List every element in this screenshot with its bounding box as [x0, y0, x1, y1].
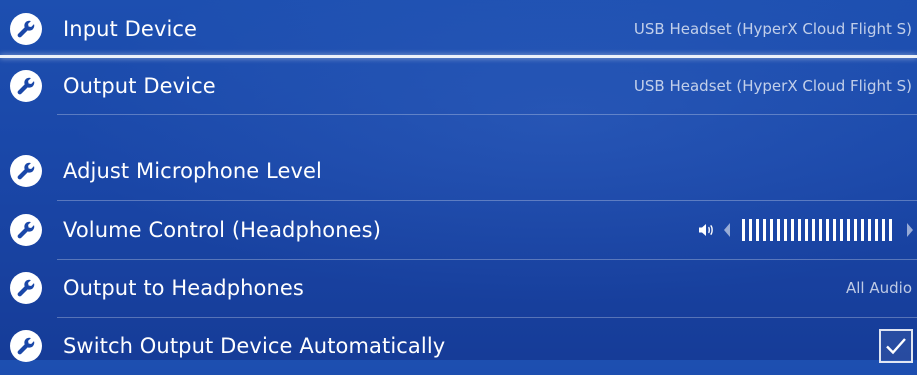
checkmark-icon: [886, 338, 906, 355]
volume-increase-arrow[interactable]: [907, 223, 913, 237]
setting-label: Input Device: [63, 17, 198, 41]
divider: [57, 114, 917, 115]
volume-slider[interactable]: [698, 219, 913, 241]
setting-row-output-device[interactable]: Output Device USB Headset (HyperX Cloud …: [0, 57, 917, 115]
wrench-icon: [10, 155, 42, 187]
setting-label: Output to Headphones: [63, 276, 304, 300]
wrench-icon: [10, 272, 42, 304]
wrench-icon: [10, 214, 42, 246]
setting-row-volume-control[interactable]: Volume Control (Headphones): [0, 201, 917, 259]
setting-value: USB Headset (HyperX Cloud Flight S): [633, 20, 912, 38]
setting-label: Adjust Microphone Level: [63, 159, 322, 183]
setting-row-input-device[interactable]: Input Device USB Headset (HyperX Cloud F…: [0, 0, 917, 58]
switch-output-checkbox[interactable]: [879, 329, 913, 363]
speaker-icon: [699, 224, 713, 236]
setting-value: USB Headset (HyperX Cloud Flight S): [633, 77, 912, 95]
setting-row-switch-output-device[interactable]: Switch Output Device Automatically: [0, 317, 917, 375]
setting-label: Volume Control (Headphones): [63, 218, 382, 242]
wrench-icon: [10, 13, 42, 45]
wrench-icon: [10, 330, 42, 362]
volume-decrease-arrow[interactable]: [724, 223, 730, 237]
setting-row-adjust-microphone-level[interactable]: Adjust Microphone Level: [0, 142, 917, 200]
setting-label: Switch Output Device Automatically: [63, 334, 446, 358]
setting-value: All Audio: [846, 279, 912, 297]
setting-label: Output Device: [63, 74, 216, 98]
wrench-icon: [10, 70, 42, 102]
volume-level-bar: [742, 219, 894, 241]
setting-row-output-to-headphones[interactable]: Output to Headphones All Audio: [0, 259, 917, 317]
